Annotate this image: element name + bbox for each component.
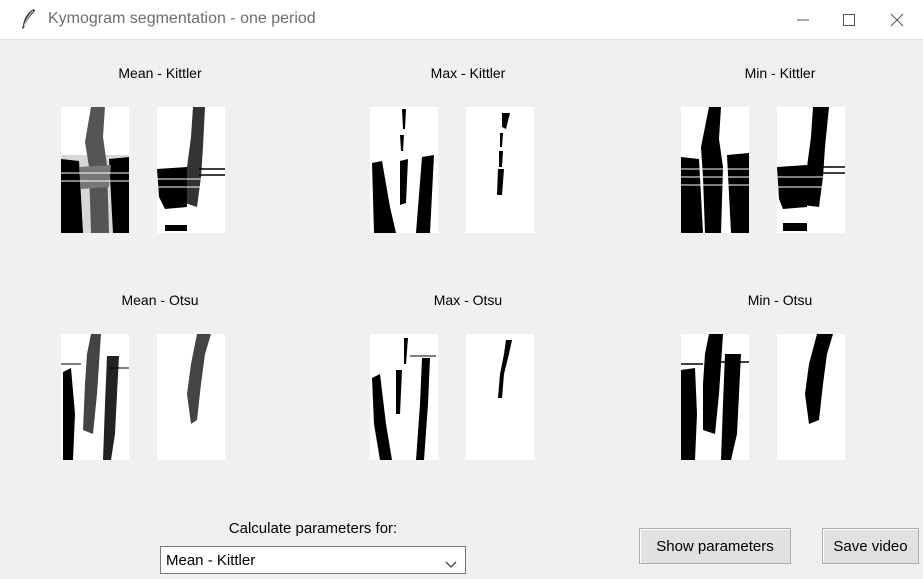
window-title: Kymogram segmentation - one period — [48, 10, 316, 27]
close-icon — [890, 13, 904, 27]
kymogram-image — [157, 107, 225, 233]
panel-mean-otsu: Mean - Otsu — [50, 292, 270, 462]
kymogram-image — [370, 107, 438, 233]
panel-min-kittler: Min - Kittler — [670, 65, 890, 235]
method-select[interactable]: Mean - Kittler — [160, 546, 466, 574]
method-select-value: Mean - Kittler — [166, 552, 256, 569]
kymogram-image — [777, 107, 845, 233]
chevron-down-icon — [445, 556, 457, 572]
calculate-parameters-label: Calculate parameters for: — [228, 520, 398, 537]
panel-label: Mean - Otsu — [121, 292, 199, 308]
panel-max-kittler: Max - Kittler — [358, 65, 578, 235]
panel-max-otsu: Max - Otsu — [358, 292, 578, 462]
kymogram-image — [681, 334, 749, 460]
panel-label: Max - Kittler — [430, 65, 506, 81]
kymogram-image — [370, 334, 438, 460]
panel-label: Min - Kittler — [744, 65, 816, 81]
kymogram-image — [466, 107, 534, 233]
panel-label: Min - Otsu — [747, 292, 813, 308]
panel-label: Max - Otsu — [433, 292, 503, 308]
panel-mean-kittler: Mean - Kittler — [50, 65, 270, 235]
minimize-button[interactable] — [780, 0, 826, 40]
minimize-icon — [797, 14, 809, 26]
kymogram-image — [466, 334, 534, 460]
title-bar: Kymogram segmentation - one period — [0, 0, 923, 40]
kymogram-image — [157, 334, 225, 460]
close-button[interactable] — [874, 0, 920, 40]
maximize-icon — [843, 14, 855, 26]
panel-min-otsu: Min - Otsu — [670, 292, 890, 462]
kymogram-image — [61, 107, 129, 233]
kymogram-image — [681, 107, 749, 233]
kymogram-image — [777, 334, 845, 460]
show-parameters-button[interactable]: Show parameters — [639, 528, 791, 564]
panel-label: Mean - Kittler — [118, 65, 202, 81]
maximize-button[interactable] — [826, 0, 872, 40]
kymogram-image — [61, 334, 129, 460]
save-video-button[interactable]: Save video — [822, 528, 919, 564]
feather-icon — [20, 8, 38, 30]
